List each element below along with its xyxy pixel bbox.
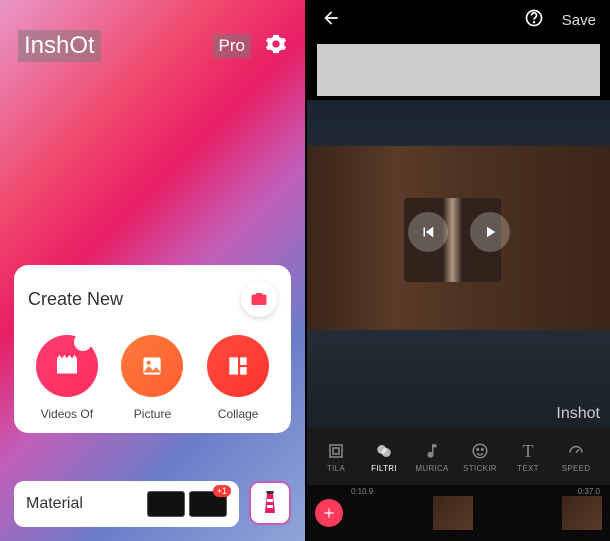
camera-icon xyxy=(250,290,268,308)
video-label: Videos Of xyxy=(41,407,93,421)
video-icon-wrap xyxy=(36,335,98,397)
skip-back-icon xyxy=(419,223,437,241)
filter-icon xyxy=(375,442,393,460)
promo-button[interactable] xyxy=(249,481,291,525)
ad-banner[interactable] xyxy=(307,40,610,100)
tool-label: SPEED xyxy=(562,464,591,473)
picture-icon-wrap xyxy=(121,335,183,397)
header-actions: Pro xyxy=(213,33,287,60)
tool-label: TEXT xyxy=(517,464,539,473)
tool-music[interactable]: MURICA xyxy=(409,441,455,473)
editor-screen: Save Inshot TILA FILTRI MURI xyxy=(305,0,610,541)
help-button[interactable] xyxy=(524,8,544,33)
camera-button[interactable] xyxy=(241,281,277,317)
home-screen: InshOt Pro Create New Videos Of xyxy=(0,0,305,541)
help-icon xyxy=(524,8,544,28)
settings-button[interactable] xyxy=(265,33,287,60)
collage-icon-wrap xyxy=(207,335,269,397)
collage-option[interactable]: Collage xyxy=(207,335,269,421)
gear-icon xyxy=(265,33,287,55)
tool-label: TILA xyxy=(327,464,345,473)
ad-placeholder xyxy=(317,44,600,96)
new-count-badge: +1 xyxy=(213,485,231,497)
tool-sticker[interactable]: STICKIR xyxy=(457,441,503,473)
timeline[interactable]: 0:10.9 0:37.0 xyxy=(307,485,610,541)
clapper-icon xyxy=(52,351,82,381)
bottom-row: Material +1 xyxy=(14,481,291,527)
editor-header: Save xyxy=(307,0,610,40)
play-icon xyxy=(481,223,499,241)
app-title: InshOt xyxy=(18,30,101,62)
playback-controls xyxy=(408,212,510,252)
plus-icon xyxy=(322,506,336,520)
material-thumb xyxy=(147,491,185,517)
pro-badge[interactable]: Pro xyxy=(213,34,251,58)
material-card[interactable]: Material +1 xyxy=(14,481,239,527)
prev-button[interactable] xyxy=(408,212,448,252)
text-icon: T xyxy=(523,441,534,461)
tool-label: MURICA xyxy=(415,464,448,473)
picture-label: Picture xyxy=(134,407,171,421)
create-new-card: Create New Videos Of Picture xyxy=(14,265,291,433)
arrow-left-icon xyxy=(321,8,341,28)
timeline-clip[interactable] xyxy=(433,496,473,530)
collage-icon xyxy=(225,353,251,379)
save-button[interactable]: Save xyxy=(562,12,596,29)
tool-label: FILTRI xyxy=(371,464,397,473)
header-right-actions: Save xyxy=(524,8,596,33)
picture-icon xyxy=(139,353,165,379)
tool-speed[interactable]: SPEED xyxy=(553,441,599,473)
lighthouse-icon xyxy=(260,489,280,517)
collage-label: Collage xyxy=(218,407,259,421)
video-option[interactable]: Videos Of xyxy=(36,335,98,421)
material-label: Material xyxy=(26,495,83,513)
tool-canvas[interactable]: TILA xyxy=(313,441,359,473)
tool-text[interactable]: T TEXT xyxy=(505,441,551,473)
material-thumbs: +1 xyxy=(147,491,227,517)
add-clip-button[interactable] xyxy=(315,499,343,527)
editor-toolbar: TILA FILTRI MURICA STICKIR T TEXT SPEED xyxy=(307,429,610,485)
music-icon xyxy=(423,442,441,460)
back-button[interactable] xyxy=(321,8,341,33)
speed-icon xyxy=(567,442,585,460)
video-preview[interactable]: Inshot xyxy=(307,100,610,429)
time-start: 0:10.9 xyxy=(351,487,373,496)
timeline-times: 0:10.9 0:37.0 xyxy=(351,487,600,496)
canvas-icon xyxy=(327,442,345,460)
timeline-clip[interactable] xyxy=(562,496,602,530)
tool-filter[interactable]: FILTRI xyxy=(361,441,407,473)
time-end: 0:37.0 xyxy=(578,487,600,496)
picture-option[interactable]: Picture xyxy=(121,335,183,421)
create-options: Videos Of Picture Collage xyxy=(28,335,277,421)
home-header: InshOt Pro xyxy=(0,0,305,62)
tool-label: STICKIR xyxy=(463,464,497,473)
create-header: Create New xyxy=(28,281,277,317)
create-title: Create New xyxy=(28,289,123,310)
smiley-icon xyxy=(471,442,489,460)
watermark[interactable]: Inshot xyxy=(556,405,600,423)
play-button[interactable] xyxy=(470,212,510,252)
